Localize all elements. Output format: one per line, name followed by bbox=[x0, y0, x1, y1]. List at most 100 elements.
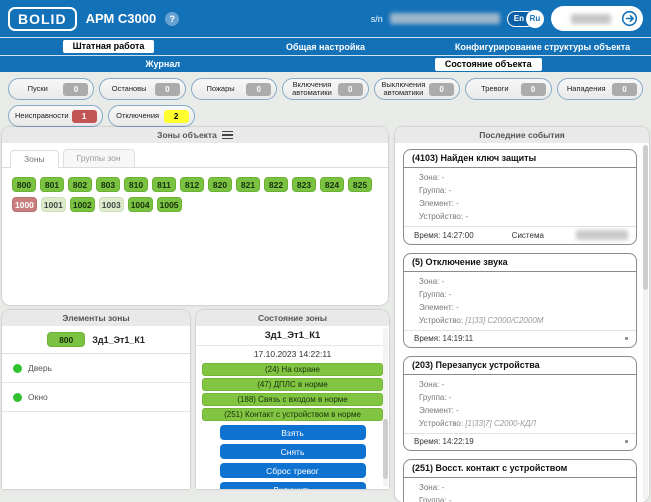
counter-faults[interactable]: Неисправности 1 bbox=[8, 105, 103, 127]
event-card: (251) Восст. контакт с устройством Зона:… bbox=[403, 459, 637, 502]
arm-button[interactable]: Взять bbox=[220, 425, 366, 440]
counter-attacks[interactable]: Нападения 0 bbox=[557, 78, 643, 100]
event-footer: Время: 14:22:19 bbox=[404, 433, 636, 450]
disarm-button[interactable]: Снять bbox=[220, 444, 366, 459]
zone-button[interactable]: 1005 bbox=[157, 197, 182, 212]
last-events-title: Последние события bbox=[479, 130, 565, 140]
element-label: Дверь bbox=[28, 363, 52, 373]
menu-icon[interactable] bbox=[222, 131, 233, 140]
event-card: (203) Перезапуск устройства Зона: - Груп… bbox=[403, 356, 637, 451]
zone-button[interactable]: 812 bbox=[180, 177, 204, 192]
zone-state-scrollbar[interactable] bbox=[383, 328, 388, 487]
zone-button[interactable]: 824 bbox=[320, 177, 344, 192]
counter-badge: 0 bbox=[521, 83, 546, 96]
counter-badge-red: 1 bbox=[72, 110, 97, 123]
serial-number-redacted bbox=[390, 13, 500, 24]
counter-disconnections[interactable]: Отключения 2 bbox=[108, 105, 195, 127]
counter-badge: 0 bbox=[429, 83, 454, 96]
event-card: (5) Отключение звука Зона: - Группа: - Э… bbox=[403, 253, 637, 348]
tab-zones[interactable]: Зоны bbox=[10, 150, 59, 168]
event-title: (251) Восст. контакт с устройством bbox=[404, 460, 636, 478]
status-bar-dpls: (47) ДПЛС в норме bbox=[202, 378, 383, 391]
tab-zone-groups[interactable]: Группы зон bbox=[63, 149, 135, 167]
counter-label: Выключения автоматики bbox=[381, 81, 429, 98]
tab-object-state[interactable]: Состояние объекта bbox=[435, 58, 542, 71]
lang-ru-button[interactable]: Ru bbox=[526, 10, 544, 28]
element-label: Окно bbox=[28, 392, 48, 402]
event-counters: Пуски 0 Остановы 0 Пожары 0 Включения ав… bbox=[0, 72, 651, 127]
event-title: (5) Отключение звука bbox=[404, 254, 636, 272]
zones-panel-title: Зоны объекта bbox=[157, 130, 217, 140]
user-pill bbox=[551, 6, 643, 31]
enable-button[interactable]: Включить bbox=[220, 482, 366, 489]
event-source: Система bbox=[512, 231, 544, 240]
counter-starts[interactable]: Пуски 0 bbox=[8, 78, 94, 100]
zone-state-title: Состояние зоны bbox=[258, 313, 327, 323]
app-header: BOLID АРМ С3000 ? s/n En Ru bbox=[0, 0, 651, 37]
counter-label: Включения автоматики bbox=[289, 81, 337, 98]
zone-button[interactable]: 822 bbox=[264, 177, 288, 192]
zone-button[interactable]: 810 bbox=[124, 177, 148, 192]
event-card: (4103) Найден ключ защиты Зона: - Группа… bbox=[403, 149, 637, 245]
counter-label: Тревоги bbox=[472, 85, 520, 93]
counter-automation-on[interactable]: Включения автоматики 0 bbox=[282, 78, 368, 100]
zone-button[interactable]: 803 bbox=[96, 177, 120, 192]
zone-element-door[interactable]: Дверь bbox=[2, 354, 190, 383]
tab-normal-operation[interactable]: Штатная работа bbox=[63, 40, 155, 53]
counter-automation-off[interactable]: Выключения автоматики 0 bbox=[374, 78, 460, 100]
counter-stops[interactable]: Остановы 0 bbox=[99, 78, 185, 100]
counter-badge: 0 bbox=[246, 83, 271, 96]
logout-icon[interactable] bbox=[621, 10, 638, 27]
counter-badge-yellow: 2 bbox=[164, 110, 189, 123]
counter-label: Нападения bbox=[564, 85, 612, 93]
language-toggle[interactable]: En Ru bbox=[507, 10, 544, 28]
zone-button-partial[interactable]: 1003 bbox=[99, 197, 124, 212]
zone-button[interactable]: 821 bbox=[236, 177, 260, 192]
reset-alarms-button[interactable]: Сброс тревог bbox=[220, 463, 366, 478]
zone-button-fault[interactable]: 1000 bbox=[12, 197, 37, 212]
zone-button[interactable]: 1002 bbox=[70, 197, 95, 212]
counter-label: Пожары bbox=[198, 85, 246, 93]
sub-nav: Журнал Состояние объекта bbox=[0, 55, 651, 72]
counter-label: Остановы bbox=[106, 85, 154, 93]
event-time: 14:27:00 bbox=[443, 231, 474, 240]
zone-button[interactable]: 802 bbox=[68, 177, 92, 192]
selected-zone-badge[interactable]: 800 bbox=[47, 332, 85, 347]
zone-button[interactable]: 825 bbox=[348, 177, 372, 192]
status-dot-icon bbox=[13, 393, 22, 402]
counter-fires[interactable]: Пожары 0 bbox=[191, 78, 277, 100]
tab-journal[interactable]: Журнал bbox=[145, 59, 180, 69]
main-nav: Штатная работа Общая настройка Конфигури… bbox=[0, 37, 651, 55]
zone-button[interactable]: 801 bbox=[40, 177, 64, 192]
zone-button[interactable]: 820 bbox=[208, 177, 232, 192]
help-icon[interactable]: ? bbox=[165, 12, 179, 26]
status-bar-device-contact: (251) Контакт с устройством в норме bbox=[202, 408, 383, 421]
event-operator-redacted bbox=[576, 230, 628, 240]
footer-dot bbox=[625, 337, 628, 340]
footer-dot bbox=[625, 440, 628, 443]
event-title: (4103) Найден ключ защиты bbox=[404, 150, 636, 168]
zone-button[interactable]: 811 bbox=[152, 177, 176, 192]
zone-elements-title: Элементы зоны bbox=[62, 313, 129, 323]
zone-element-window[interactable]: Окно bbox=[2, 383, 190, 412]
tab-general-settings[interactable]: Общая настройка bbox=[286, 42, 365, 52]
selected-zone-name: Зд1_Эт1_К1 bbox=[92, 335, 145, 345]
counter-badge: 0 bbox=[338, 83, 363, 96]
counter-badge: 0 bbox=[63, 83, 88, 96]
serial-label: s/n bbox=[371, 14, 383, 24]
zone-button-partial[interactable]: 1001 bbox=[41, 197, 66, 212]
event-title: (203) Перезапуск устройства bbox=[404, 357, 636, 375]
zone-button[interactable]: 1004 bbox=[128, 197, 153, 212]
zone-button[interactable]: 800 bbox=[12, 177, 36, 192]
counter-label: Отключения bbox=[115, 112, 164, 120]
tab-object-structure-config[interactable]: Конфигурирование структуры объекта bbox=[455, 42, 630, 52]
zone-grid: 800 801 802 803 810 811 812 820 821 822 … bbox=[2, 168, 388, 221]
username-redacted bbox=[571, 14, 611, 24]
event-time: 14:22:19 bbox=[443, 437, 474, 446]
zone-state-zone-name: Зд1_Эт1_К1 bbox=[196, 326, 389, 346]
status-bar-armed: (24) На охране bbox=[202, 363, 383, 376]
counter-alarms[interactable]: Тревоги 0 bbox=[465, 78, 551, 100]
events-scrollbar[interactable] bbox=[643, 145, 648, 500]
zone-button[interactable]: 823 bbox=[292, 177, 316, 192]
counter-label: Неисправности bbox=[15, 112, 72, 120]
